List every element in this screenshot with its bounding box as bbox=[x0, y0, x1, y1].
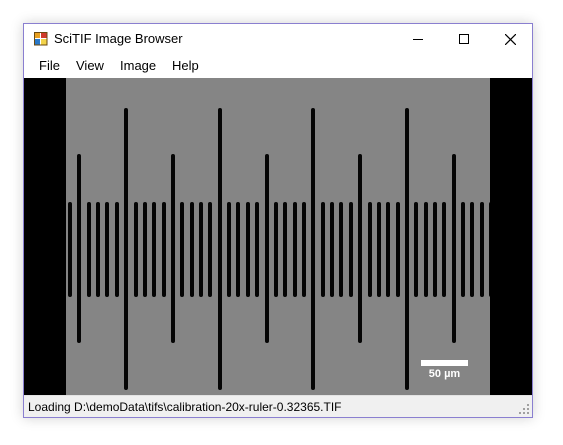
ruler-tick-minor bbox=[180, 202, 184, 297]
ruler-tick-minor bbox=[143, 202, 147, 297]
ruler-tick-minor bbox=[396, 202, 400, 297]
ruler-tick-minor bbox=[190, 202, 194, 297]
ruler-tick-minor bbox=[377, 202, 381, 297]
menu-image[interactable]: Image bbox=[114, 58, 162, 74]
ruler-image[interactable]: 50 µm bbox=[66, 78, 490, 395]
ruler-tick-minor bbox=[414, 202, 418, 297]
ruler-tick-minor bbox=[433, 202, 437, 297]
menu-view[interactable]: View bbox=[70, 58, 110, 74]
ruler-tick-mid bbox=[77, 154, 81, 343]
ruler-tick-minor bbox=[236, 202, 240, 297]
ruler-tick-minor bbox=[208, 202, 212, 297]
ruler-tick-minor bbox=[442, 202, 446, 297]
ruler-tick-minor bbox=[274, 202, 278, 297]
app-window: SciTIF Image Browser File View Image Hel… bbox=[23, 23, 533, 418]
ruler-tick-mid bbox=[358, 154, 362, 343]
menu-help[interactable]: Help bbox=[166, 58, 205, 74]
ruler-tick-minor bbox=[349, 202, 353, 297]
maximize-button[interactable] bbox=[441, 24, 487, 54]
ruler-tick-minor bbox=[68, 202, 72, 297]
ruler-tick-minor bbox=[96, 202, 100, 297]
ruler-tick-minor bbox=[461, 202, 465, 297]
ruler-tick-minor bbox=[293, 202, 297, 297]
title-bar[interactable]: SciTIF Image Browser bbox=[24, 24, 532, 54]
ruler-tick-major bbox=[218, 108, 222, 390]
ruler-tick-mid bbox=[265, 154, 269, 343]
image-viewport[interactable]: 50 µm bbox=[24, 78, 532, 395]
close-button[interactable] bbox=[487, 24, 533, 54]
scale-bar bbox=[421, 360, 468, 366]
status-bar: Loading D:\demoData\tifs\calibration-20x… bbox=[24, 395, 532, 417]
minimize-button[interactable] bbox=[395, 24, 441, 54]
ruler-tick-mid bbox=[171, 154, 175, 343]
ruler-tick-minor bbox=[134, 202, 138, 297]
ruler-tick-minor bbox=[368, 202, 372, 297]
ruler-tick-minor bbox=[162, 202, 166, 297]
maximize-icon bbox=[459, 34, 469, 44]
ruler-tick-minor bbox=[480, 202, 484, 297]
ruler-tick-minor bbox=[255, 202, 259, 297]
ruler-tick-minor bbox=[283, 202, 287, 297]
ruler-tick-mid bbox=[452, 154, 456, 343]
ruler-tick-minor bbox=[115, 202, 119, 297]
menu-file[interactable]: File bbox=[33, 58, 66, 74]
ruler-tick-minor bbox=[227, 202, 231, 297]
ruler-tick-minor bbox=[199, 202, 203, 297]
tif-app-icon bbox=[34, 32, 48, 46]
menu-bar: File View Image Help bbox=[24, 54, 532, 78]
ruler-tick-minor bbox=[386, 202, 390, 297]
minimize-icon bbox=[413, 39, 423, 40]
scale-bar-label: 50 µm bbox=[428, 368, 461, 380]
ruler-tick-minor bbox=[246, 202, 250, 297]
status-text: Loading D:\demoData\tifs\calibration-20x… bbox=[28, 400, 342, 414]
window-title: SciTIF Image Browser bbox=[54, 31, 183, 46]
ruler-tick-major bbox=[311, 108, 315, 390]
ruler-tick-minor bbox=[302, 202, 306, 297]
close-icon bbox=[504, 33, 516, 45]
ruler-tick-major bbox=[405, 108, 409, 390]
ruler-tick-minor bbox=[339, 202, 343, 297]
ruler-tick-minor bbox=[424, 202, 428, 297]
ruler-tick-minor bbox=[470, 202, 474, 297]
resize-grip-icon[interactable] bbox=[519, 404, 530, 415]
ruler-tick-minor bbox=[152, 202, 156, 297]
ruler-tick-major bbox=[124, 108, 128, 390]
ruler-tick-minor bbox=[87, 202, 91, 297]
ruler-tick-minor bbox=[321, 202, 325, 297]
ruler-tick-minor bbox=[489, 202, 490, 297]
ruler-tick-minor bbox=[330, 202, 334, 297]
ruler-tick-minor bbox=[105, 202, 109, 297]
